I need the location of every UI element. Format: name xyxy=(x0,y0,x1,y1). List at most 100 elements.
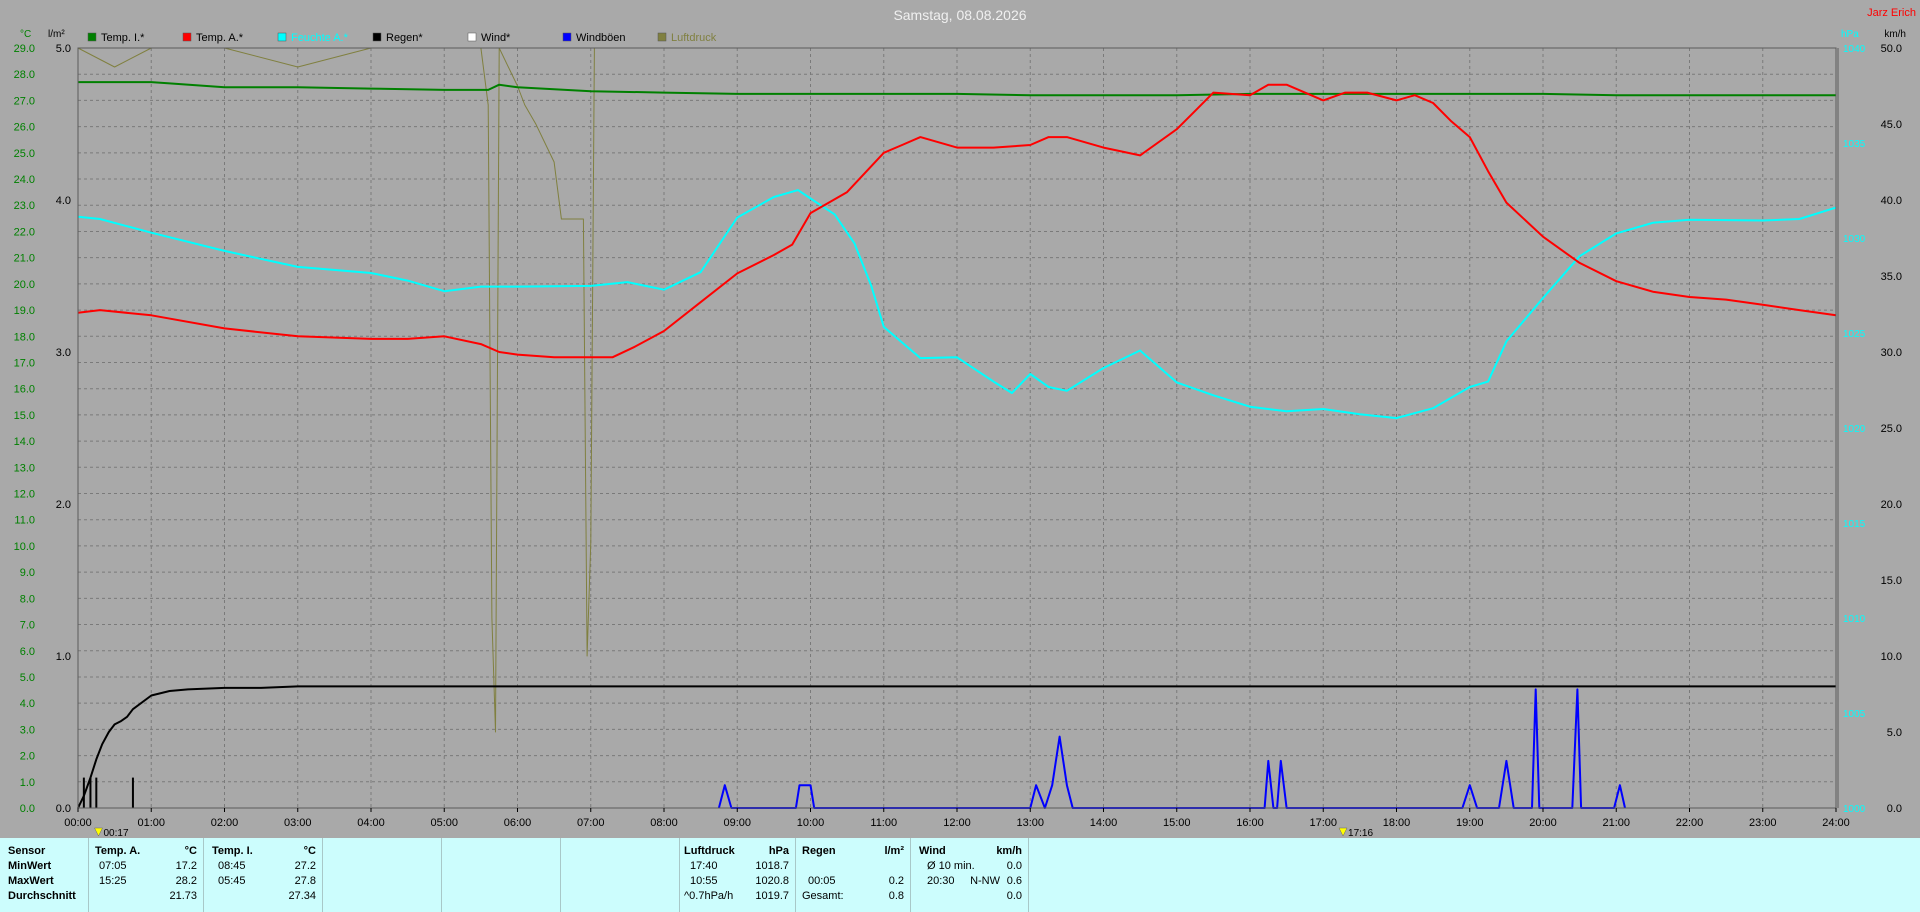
x-tick-0: 00:00 xyxy=(64,817,92,829)
wind-tick-3: 15.0 xyxy=(1881,575,1902,587)
pressure-max-value: 1020.8 xyxy=(755,875,789,887)
rain-axis-unit: l/m² xyxy=(48,29,65,40)
temp-axis-unit: °C xyxy=(20,29,31,40)
x-tick-12: 12:00 xyxy=(943,817,971,829)
x-tick-9: 09:00 xyxy=(723,817,751,829)
temp-tick-1: 1.0 xyxy=(20,777,35,789)
pressure-tick-0: 1000 xyxy=(1843,804,1866,815)
wind-avg-label: Ø 10 min. xyxy=(927,860,975,872)
temp-tick-14: 14.0 xyxy=(14,436,35,448)
chart-grid xyxy=(78,48,1836,808)
temp-tick-21: 21.0 xyxy=(14,253,35,265)
wind-tick-1: 5.0 xyxy=(1887,727,1902,739)
pressure-tick-2: 1010 xyxy=(1843,614,1866,625)
pressure-min-value: 1018.7 xyxy=(755,860,789,872)
temp-tick-18: 18.0 xyxy=(14,331,35,343)
temp-tick-23: 23.0 xyxy=(14,200,35,212)
sensor-title: Sensor xyxy=(8,845,46,857)
wind-tick-2: 10.0 xyxy=(1881,651,1902,663)
temp-a-min-value: 17.2 xyxy=(175,860,197,872)
x-tick-5: 05:00 xyxy=(430,817,458,829)
temp-tick-15: 15.0 xyxy=(14,410,35,422)
rain-max-value: 0.2 xyxy=(888,875,904,887)
legend-swatch-6 xyxy=(657,32,667,42)
empty-section-1 xyxy=(323,838,442,912)
temp-tick-29: 29.0 xyxy=(14,43,35,55)
temp-a-section: Temp. A. °C 07:05 17.2 15:25 28.2 21.73 xyxy=(89,838,204,912)
pressure-min-time: 17:40 xyxy=(690,860,718,872)
time-marker-label-1: 17:16 xyxy=(1348,828,1373,838)
legend-swatch-0 xyxy=(87,32,97,42)
temp-tick-22: 22.0 xyxy=(14,226,35,238)
wind-tick-0: 0.0 xyxy=(1887,803,1902,815)
temp-tick-20: 20.0 xyxy=(14,279,35,291)
temp-tick-16: 16.0 xyxy=(14,384,35,396)
x-tick-24: 24:00 xyxy=(1822,817,1850,829)
chart-legend: Temp. I.* Temp. A.* Feuchte A.* Regen* Wind*… xyxy=(87,32,717,44)
legend-swatch-3 xyxy=(372,32,382,42)
temp-tick-4: 4.0 xyxy=(20,698,35,710)
rain-title: Regen xyxy=(802,845,836,857)
temp-tick-19: 19.0 xyxy=(14,305,35,317)
x-tick-23: 23:00 xyxy=(1749,817,1777,829)
x-tick-15: 15:00 xyxy=(1163,817,1191,829)
statistics-panel: Sensor MinWert MaxWert Durchschnitt Temp… xyxy=(0,838,1920,912)
chart-title: Samstag, 08.08.2026 xyxy=(893,7,1026,23)
wind-tick-9: 45.0 xyxy=(1881,119,1902,131)
x-tick-6: 06:00 xyxy=(504,817,532,829)
temp-a-max-value: 28.2 xyxy=(175,875,197,887)
legend-label-0: Temp. I.* xyxy=(101,32,145,44)
temp-i-max-value: 27.8 xyxy=(294,875,316,887)
x-tick-7: 07:00 xyxy=(577,817,605,829)
x-tick-19: 19:00 xyxy=(1456,817,1484,829)
rain-tick-5: 5.0 xyxy=(56,43,71,55)
wind-tick-8: 40.0 xyxy=(1881,195,1902,207)
x-tick-22: 22:00 xyxy=(1676,817,1704,829)
x-tick-18: 18:00 xyxy=(1383,817,1411,829)
wind-max-time: 20:30 xyxy=(927,875,955,887)
temp-tick-17: 17.0 xyxy=(14,357,35,369)
pressure-unit: hPa xyxy=(768,845,789,857)
temp-tick-13: 13.0 xyxy=(14,462,35,474)
temp-tick-6: 6.0 xyxy=(20,646,35,658)
pressure-trend: ^0.7hPa/h xyxy=(684,890,734,902)
temp-a-min-time: 07:05 xyxy=(99,860,127,872)
wind-unit: km/h xyxy=(996,845,1022,857)
temp-i-title: Temp. I. xyxy=(212,845,253,857)
legend-swatch-1 xyxy=(182,32,192,42)
legend-label-2: Feuchte A.* xyxy=(291,32,349,44)
pressure-tick-6: 1030 xyxy=(1843,234,1866,245)
pressure-tick-8: 1040 xyxy=(1843,44,1866,55)
temp-tick-28: 28.0 xyxy=(14,69,35,81)
rain-unit: l/m² xyxy=(884,845,904,857)
temp-tick-24: 24.0 xyxy=(14,174,35,186)
series-temp-a- xyxy=(77,83,1837,359)
rain-total-value: 0.8 xyxy=(888,890,904,902)
temp-a-average: 21.73 xyxy=(169,890,197,902)
pressure-tick-3: 1015 xyxy=(1843,519,1866,530)
temp-i-min-time: 08:45 xyxy=(218,860,246,872)
wind-max-direction: N-NW xyxy=(970,875,1000,887)
rain-section: Regen l/m² 00:05 0.2 Gesamt: 0.8 xyxy=(796,838,911,912)
temp-a-unit: °C xyxy=(184,845,197,857)
temp-tick-3: 3.0 xyxy=(20,724,35,736)
x-tick-13: 13:00 xyxy=(1016,817,1044,829)
wind-tick-7: 35.0 xyxy=(1881,271,1902,283)
pressure-average: 1019.7 xyxy=(755,890,789,902)
temp-i-average: 27.34 xyxy=(288,890,316,902)
pressure-tick-4: 1020 xyxy=(1843,424,1866,435)
legend-label-3: Regen* xyxy=(386,32,423,44)
x-tick-20: 20:00 xyxy=(1529,817,1557,829)
rain-tick-0: 0.0 xyxy=(56,803,71,815)
sensor-section: Sensor MinWert MaxWert Durchschnitt xyxy=(0,838,89,912)
temp-a-title: Temp. A. xyxy=(95,845,141,857)
temp-tick-12: 12.0 xyxy=(14,489,35,501)
empty-section-3 xyxy=(561,838,680,912)
time-marker-0 xyxy=(94,827,103,837)
temp-tick-26: 26.0 xyxy=(14,122,35,134)
x-tick-2: 02:00 xyxy=(211,817,239,829)
wind-section: Wind km/h Ø 10 min. 0.0 20:30 N-NW 0.6 0… xyxy=(911,838,1029,912)
temp-tick-5: 5.0 xyxy=(20,672,35,684)
temp-tick-7: 7.0 xyxy=(20,620,35,632)
x-tick-14: 14:00 xyxy=(1090,817,1118,829)
